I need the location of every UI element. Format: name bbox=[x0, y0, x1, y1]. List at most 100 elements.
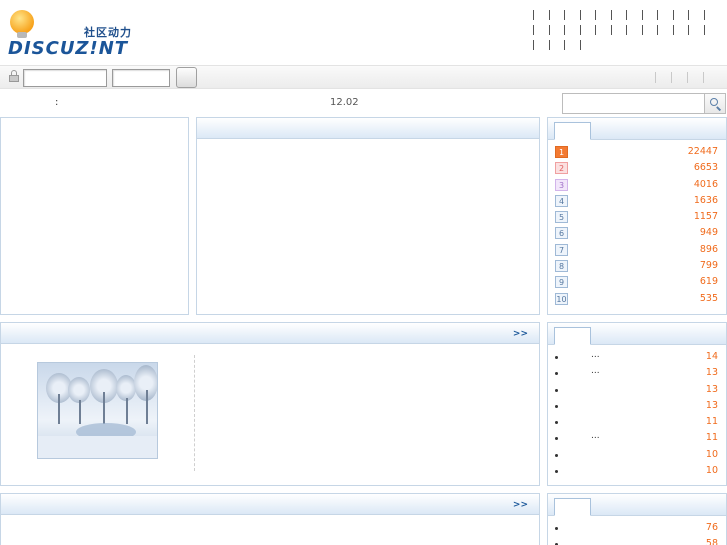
bottom-panel: >> bbox=[0, 493, 540, 545]
top-link[interactable] bbox=[703, 24, 720, 36]
ranking-row[interactable]: 10 535 bbox=[555, 292, 718, 309]
top-link[interactable] bbox=[672, 9, 689, 21]
top-link[interactable] bbox=[641, 9, 658, 21]
replies-list: 76 58 bbox=[555, 522, 718, 545]
top-link[interactable] bbox=[533, 9, 549, 21]
more-link[interactable]: >> bbox=[513, 329, 528, 339]
ranking-row[interactable]: 9 619 bbox=[555, 276, 718, 292]
search-button[interactable] bbox=[705, 93, 726, 114]
ranking-row[interactable]: 6 949 bbox=[555, 227, 718, 243]
ranking-row[interactable]: 3 4016 bbox=[555, 178, 718, 195]
hot-topic-item[interactable]: 13 bbox=[555, 384, 718, 400]
top-link[interactable] bbox=[688, 24, 704, 36]
hot-topic-item[interactable]: 13 bbox=[555, 400, 718, 416]
top-link[interactable] bbox=[548, 24, 565, 36]
replies-panel-header bbox=[548, 494, 726, 516]
top-link[interactable] bbox=[688, 9, 704, 21]
topic-title-ellipsis[interactable]: ... bbox=[591, 350, 600, 360]
ranking-tab[interactable] bbox=[554, 122, 591, 140]
top-link[interactable] bbox=[626, 24, 642, 36]
user-link[interactable] bbox=[655, 72, 671, 84]
center-top-panel-header bbox=[197, 118, 539, 139]
reply-count: 76 bbox=[705, 522, 718, 533]
rank-value: 1636 bbox=[693, 194, 718, 206]
top-links-row-3 bbox=[533, 39, 723, 54]
tree-trunk bbox=[146, 390, 148, 424]
rank-number-badge: 7 bbox=[555, 243, 568, 256]
winter-landscape-image[interactable] bbox=[37, 362, 158, 459]
top-link[interactable] bbox=[672, 24, 689, 36]
bullet-icon bbox=[555, 421, 558, 425]
ranking-row[interactable]: 1 22447 bbox=[555, 146, 718, 162]
top-link[interactable] bbox=[657, 24, 673, 36]
image-panel-header: >> bbox=[1, 323, 539, 344]
topic-title-ellipsis[interactable]: ... bbox=[591, 366, 600, 376]
hot-topic-item[interactable]: 10 bbox=[555, 449, 718, 465]
info-separator: : bbox=[55, 97, 59, 108]
top-link[interactable] bbox=[564, 9, 580, 21]
topic-title-ellipsis[interactable]: ... bbox=[591, 431, 600, 441]
top-link[interactable] bbox=[579, 39, 596, 51]
top-link[interactable] bbox=[579, 24, 596, 36]
top-link[interactable] bbox=[548, 39, 565, 51]
ranking-row[interactable]: 4 1636 bbox=[555, 194, 718, 211]
tree-trunk bbox=[58, 394, 60, 424]
top-link[interactable] bbox=[579, 9, 596, 21]
ranking-row[interactable]: 8 799 bbox=[555, 260, 718, 276]
topic-count: 11 bbox=[705, 432, 718, 444]
top-link[interactable] bbox=[657, 9, 673, 21]
lock-body bbox=[9, 75, 19, 82]
reply-item[interactable]: 58 bbox=[555, 538, 718, 545]
topic-count: 13 bbox=[705, 367, 718, 379]
user-link[interactable] bbox=[671, 72, 687, 84]
version-text: 12.02 bbox=[330, 97, 359, 108]
top-link[interactable] bbox=[533, 24, 549, 36]
ranking-row[interactable]: 5 1157 bbox=[555, 211, 718, 227]
top-links-row-2 bbox=[533, 24, 723, 39]
search-input[interactable] bbox=[562, 93, 705, 114]
topic-count: 10 bbox=[705, 465, 718, 477]
reply-item[interactable]: 76 bbox=[555, 522, 718, 538]
replies-tab[interactable] bbox=[554, 498, 591, 516]
hot-topic-item[interactable]: 10 bbox=[555, 465, 718, 481]
top-link[interactable] bbox=[610, 9, 627, 21]
bullet-icon bbox=[555, 470, 558, 474]
bullet-icon bbox=[555, 453, 558, 457]
ranking-row[interactable]: 2 6653 bbox=[555, 162, 718, 178]
bullet-icon bbox=[555, 356, 558, 359]
rank-value: 619 bbox=[699, 276, 718, 288]
user-link[interactable] bbox=[687, 72, 703, 84]
top-link[interactable] bbox=[564, 24, 580, 36]
rank-number-badge: 6 bbox=[555, 227, 568, 240]
top-link[interactable] bbox=[595, 24, 611, 36]
more-link[interactable]: >> bbox=[513, 500, 528, 510]
password-input[interactable] bbox=[112, 69, 170, 87]
top-link[interactable] bbox=[533, 39, 549, 51]
user-link[interactable] bbox=[703, 72, 719, 84]
hot-topic-item[interactable]: 11 bbox=[555, 416, 718, 432]
top-link[interactable] bbox=[626, 9, 642, 21]
tree-trunk bbox=[79, 400, 81, 424]
discuz-logo[interactable]: 社区动力 DISCUZ!NT bbox=[6, 8, 132, 59]
rank-value: 1157 bbox=[693, 211, 718, 223]
top-link[interactable] bbox=[595, 9, 611, 21]
login-button[interactable] bbox=[176, 67, 197, 88]
hot-topic-item[interactable]: ... 13 bbox=[555, 366, 718, 383]
hot-topics-tab[interactable] bbox=[554, 327, 591, 345]
top-link[interactable] bbox=[610, 24, 627, 36]
top-link[interactable] bbox=[641, 24, 658, 36]
username-input[interactable] bbox=[23, 69, 107, 87]
top-link[interactable] bbox=[548, 9, 565, 21]
ranking-row[interactable]: 7 896 bbox=[555, 243, 718, 260]
hot-topics-panel-header bbox=[548, 323, 726, 345]
rank-number-badge: 2 bbox=[555, 162, 568, 175]
rank-value: 22447 bbox=[687, 146, 718, 157]
rank-value: 535 bbox=[699, 292, 718, 304]
hot-topic-item[interactable]: ... 11 bbox=[555, 431, 718, 448]
top-link[interactable] bbox=[564, 39, 580, 51]
ranking-list: 1 22447 2 6653 3 4016 4 1636 5 1157 6 949 7 896 8 799 9 6… bbox=[555, 146, 718, 309]
top-link[interactable] bbox=[703, 9, 720, 21]
user-links bbox=[655, 72, 719, 84]
hot-topic-item[interactable]: ... 14 bbox=[555, 350, 718, 367]
logo-english-text: DISCUZ!NT bbox=[8, 38, 129, 59]
